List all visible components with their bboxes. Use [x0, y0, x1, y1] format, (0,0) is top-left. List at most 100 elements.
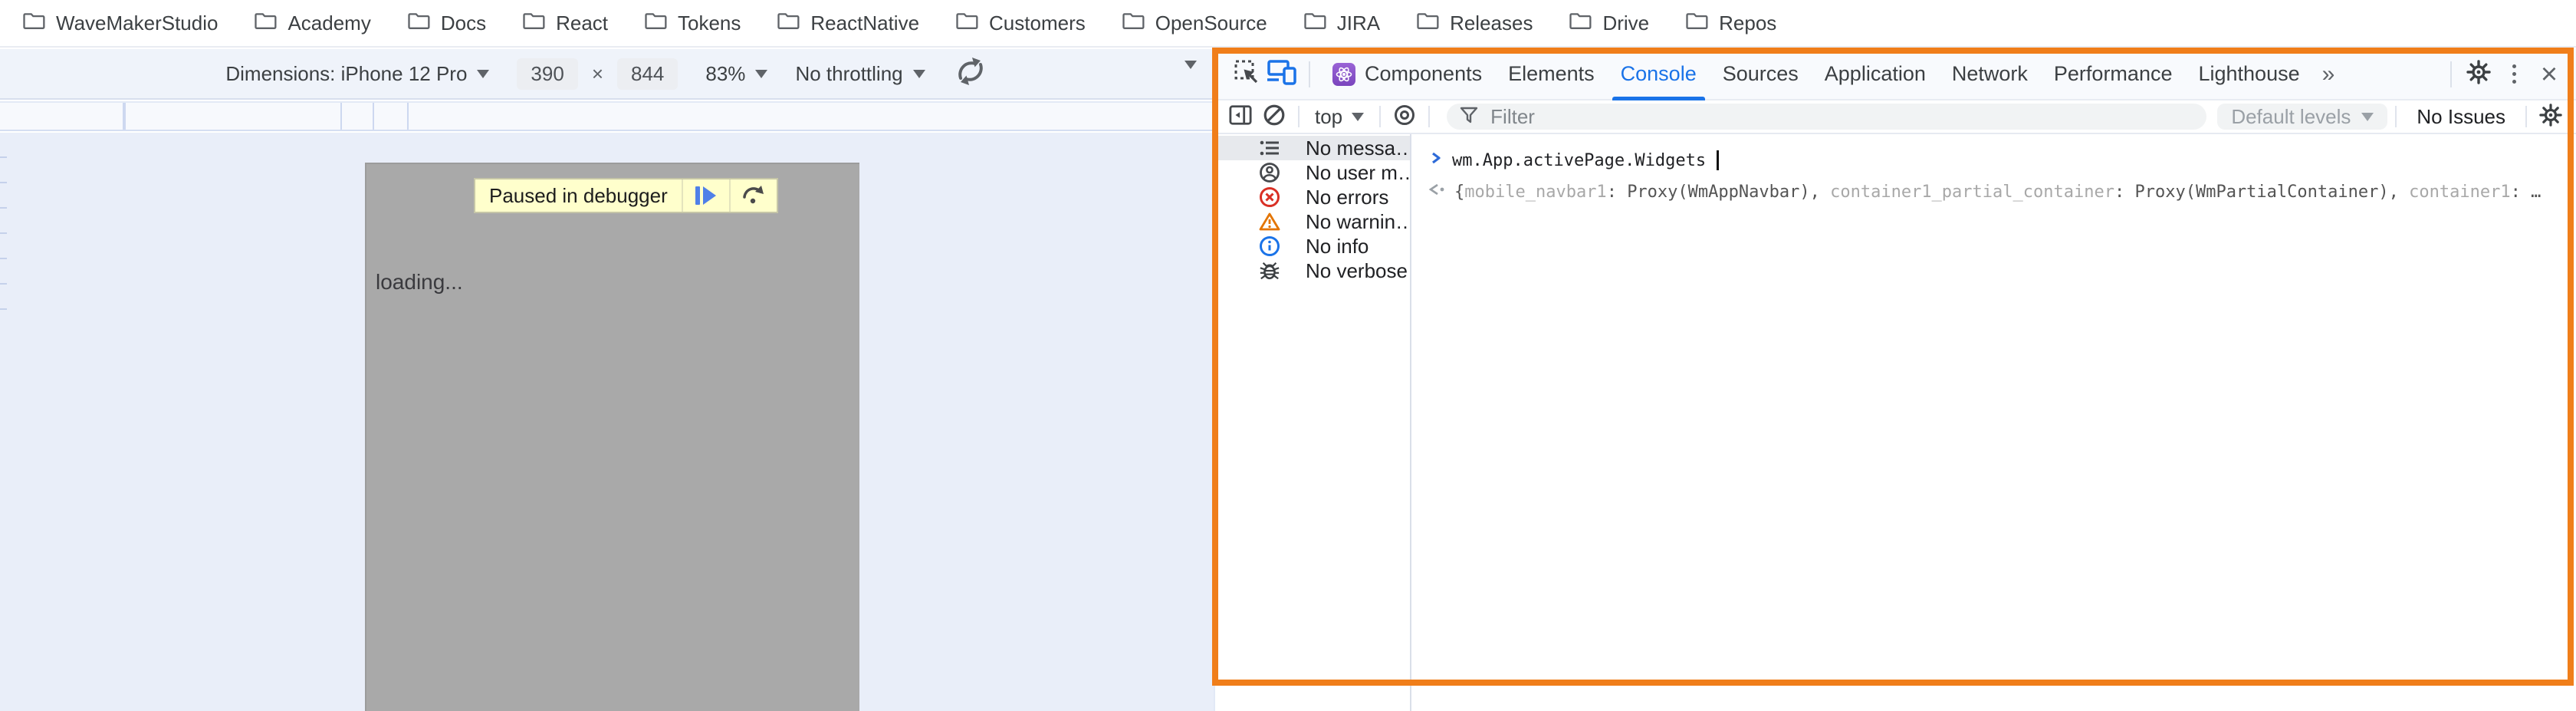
filter-input[interactable] [1489, 104, 2194, 130]
console-main: wm.App.activePage.Widgets {mobile_navbar… [1411, 134, 2576, 711]
ruler-tick [0, 283, 7, 285]
resume-icon [703, 186, 716, 205]
devtools-menu-button[interactable] [2496, 57, 2532, 92]
gear-icon [2539, 104, 2562, 130]
resume-script-button[interactable] [682, 179, 729, 212]
device-selector[interactable]: Dimensions: iPhone 12 Pro [225, 62, 489, 86]
console-prompt[interactable]: wm.App.activePage.Widgets [1411, 134, 2576, 171]
bookmark-customers[interactable]: Customers [956, 11, 1086, 36]
page-viewport-area: loading... Paused in debugger [0, 133, 1214, 711]
bookmark-opensource[interactable]: OpenSource [1122, 11, 1267, 36]
ruler-tick [340, 103, 342, 130]
preview-segment: mobile_navbar1 [1464, 183, 1606, 202]
react-devtools-icon [1332, 63, 1355, 86]
device-toolbar-more-button[interactable] [1184, 69, 1197, 93]
sidebar-item-all-messages[interactable]: No messa… [1215, 136, 1410, 160]
tab-label: Application [1825, 62, 1926, 86]
zoom-selector[interactable]: 83% [705, 62, 767, 86]
throttling-selector[interactable]: No throttling [795, 62, 925, 86]
sidebar-item-verbose[interactable]: No verbose [1215, 258, 1410, 283]
bookmark-repos[interactable]: Repos [1686, 11, 1776, 36]
bookmark-react[interactable]: React [523, 11, 608, 36]
viewport-height-field[interactable]: 844 [617, 58, 678, 90]
rotate-button[interactable] [953, 56, 988, 92]
javascript-context-selector[interactable]: top [1307, 105, 1372, 129]
tab-network[interactable]: Network [1939, 49, 2041, 99]
folder-icon [1569, 11, 1592, 36]
preview-segment: container1_partial_container [1830, 183, 2114, 202]
console-settings-button[interactable] [2535, 102, 2567, 131]
tab-elements[interactable]: Elements [1495, 49, 1608, 99]
multiply-sign: × [592, 62, 603, 86]
tab-sources[interactable]: Sources [1710, 49, 1812, 99]
toggle-console-sidebar-button[interactable] [1224, 102, 1257, 131]
bookmark-academy[interactable]: Academy [255, 11, 370, 36]
sidebar-item-warnings[interactable]: No warnin… [1215, 209, 1410, 234]
tab-label: Performance [2054, 62, 2173, 86]
tab-console[interactable]: Console [1608, 49, 1710, 99]
folder-icon [1417, 11, 1440, 36]
throttling-value: No throttling [795, 62, 902, 86]
folder-icon [1122, 11, 1145, 36]
sidebar-item-label: No user m… [1306, 161, 1410, 185]
error-icon [1258, 186, 1281, 209]
tab-label: Console [1621, 62, 1697, 86]
bookmark-label: Tokens [678, 12, 741, 35]
sidebar-item-errors[interactable]: No errors [1215, 185, 1410, 209]
bookmark-label: Docs [441, 12, 486, 35]
console-eager-preview: {mobile_navbar1: Proxy(WmAppNavbar), con… [1411, 171, 2576, 202]
bookmark-wavemakerstudio[interactable]: WaveMakerStudio [23, 11, 218, 36]
divider [1298, 106, 1300, 127]
close-devtools-button[interactable]: × [2532, 57, 2567, 92]
clear-console-button[interactable] [1258, 102, 1290, 131]
ruler-tick [373, 103, 374, 130]
bookmark-reactnative[interactable]: ReactNative [777, 11, 919, 36]
devtools-settings-button[interactable] [2461, 57, 2496, 92]
bookmark-label: React [556, 12, 608, 35]
bookmark-label: Repos [1719, 12, 1776, 35]
clear-console-icon [1263, 104, 1286, 130]
preview-segment: : [1607, 183, 1628, 202]
bookmark-jira[interactable]: JIRA [1304, 11, 1380, 36]
inspect-element-button[interactable] [1229, 57, 1264, 92]
bookmark-tokens[interactable]: Tokens [645, 11, 741, 36]
tab-lighthouse[interactable]: Lighthouse [2185, 49, 2312, 99]
log-levels-selector[interactable]: Default levels [2217, 104, 2387, 130]
issues-counter[interactable]: No Issues [2417, 105, 2505, 129]
bug-icon [1258, 259, 1281, 282]
preview-text: {mobile_navbar1: Proxy(WmAppNavbar), con… [1454, 183, 2541, 202]
tab-application[interactable]: Application [1812, 49, 1939, 99]
sidebar-item-user-messages[interactable]: No user m… [1215, 160, 1410, 185]
folder-icon [777, 11, 800, 36]
chevron-down-icon [755, 70, 767, 78]
console-filter-box[interactable] [1447, 104, 2206, 130]
sidebar-item-label: No info [1306, 235, 1368, 258]
resume-icon [695, 186, 700, 205]
tab-performance[interactable]: Performance [2041, 49, 2186, 99]
bookmark-label: OpenSource [1155, 12, 1267, 35]
sidebar-panel-icon [1229, 104, 1252, 130]
folder-icon [255, 11, 278, 36]
tab-components[interactable]: Components [1319, 49, 1495, 99]
ruler-tick [407, 103, 409, 130]
folder-icon [1304, 11, 1327, 36]
bookmark-drive[interactable]: Drive [1569, 11, 1649, 36]
paused-banner-label: Paused in debugger [475, 179, 682, 212]
list-icon [1258, 137, 1281, 160]
chevron-down-icon [1352, 113, 1364, 121]
bookmark-label: Drive [1602, 12, 1649, 35]
divider [1309, 61, 1310, 87]
bookmark-docs[interactable]: Docs [408, 11, 486, 36]
folder-icon [956, 11, 979, 36]
toggle-device-toolbar-button[interactable] [1264, 57, 1300, 92]
sidebar-item-info[interactable]: No info [1215, 234, 1410, 258]
tab-label: Components [1365, 62, 1482, 86]
viewport-size-group: 390 × 844 [517, 58, 678, 90]
tab-label: Sources [1723, 62, 1799, 86]
viewport-width-field[interactable]: 390 [517, 58, 577, 90]
more-tabs-button[interactable]: » [2313, 61, 2344, 87]
screenshot-stage: WaveMakerStudio Academy Docs React Token… [0, 0, 2576, 711]
step-over-button[interactable] [729, 179, 777, 212]
create-live-expression-button[interactable] [1388, 102, 1421, 131]
bookmark-releases[interactable]: Releases [1417, 11, 1533, 36]
